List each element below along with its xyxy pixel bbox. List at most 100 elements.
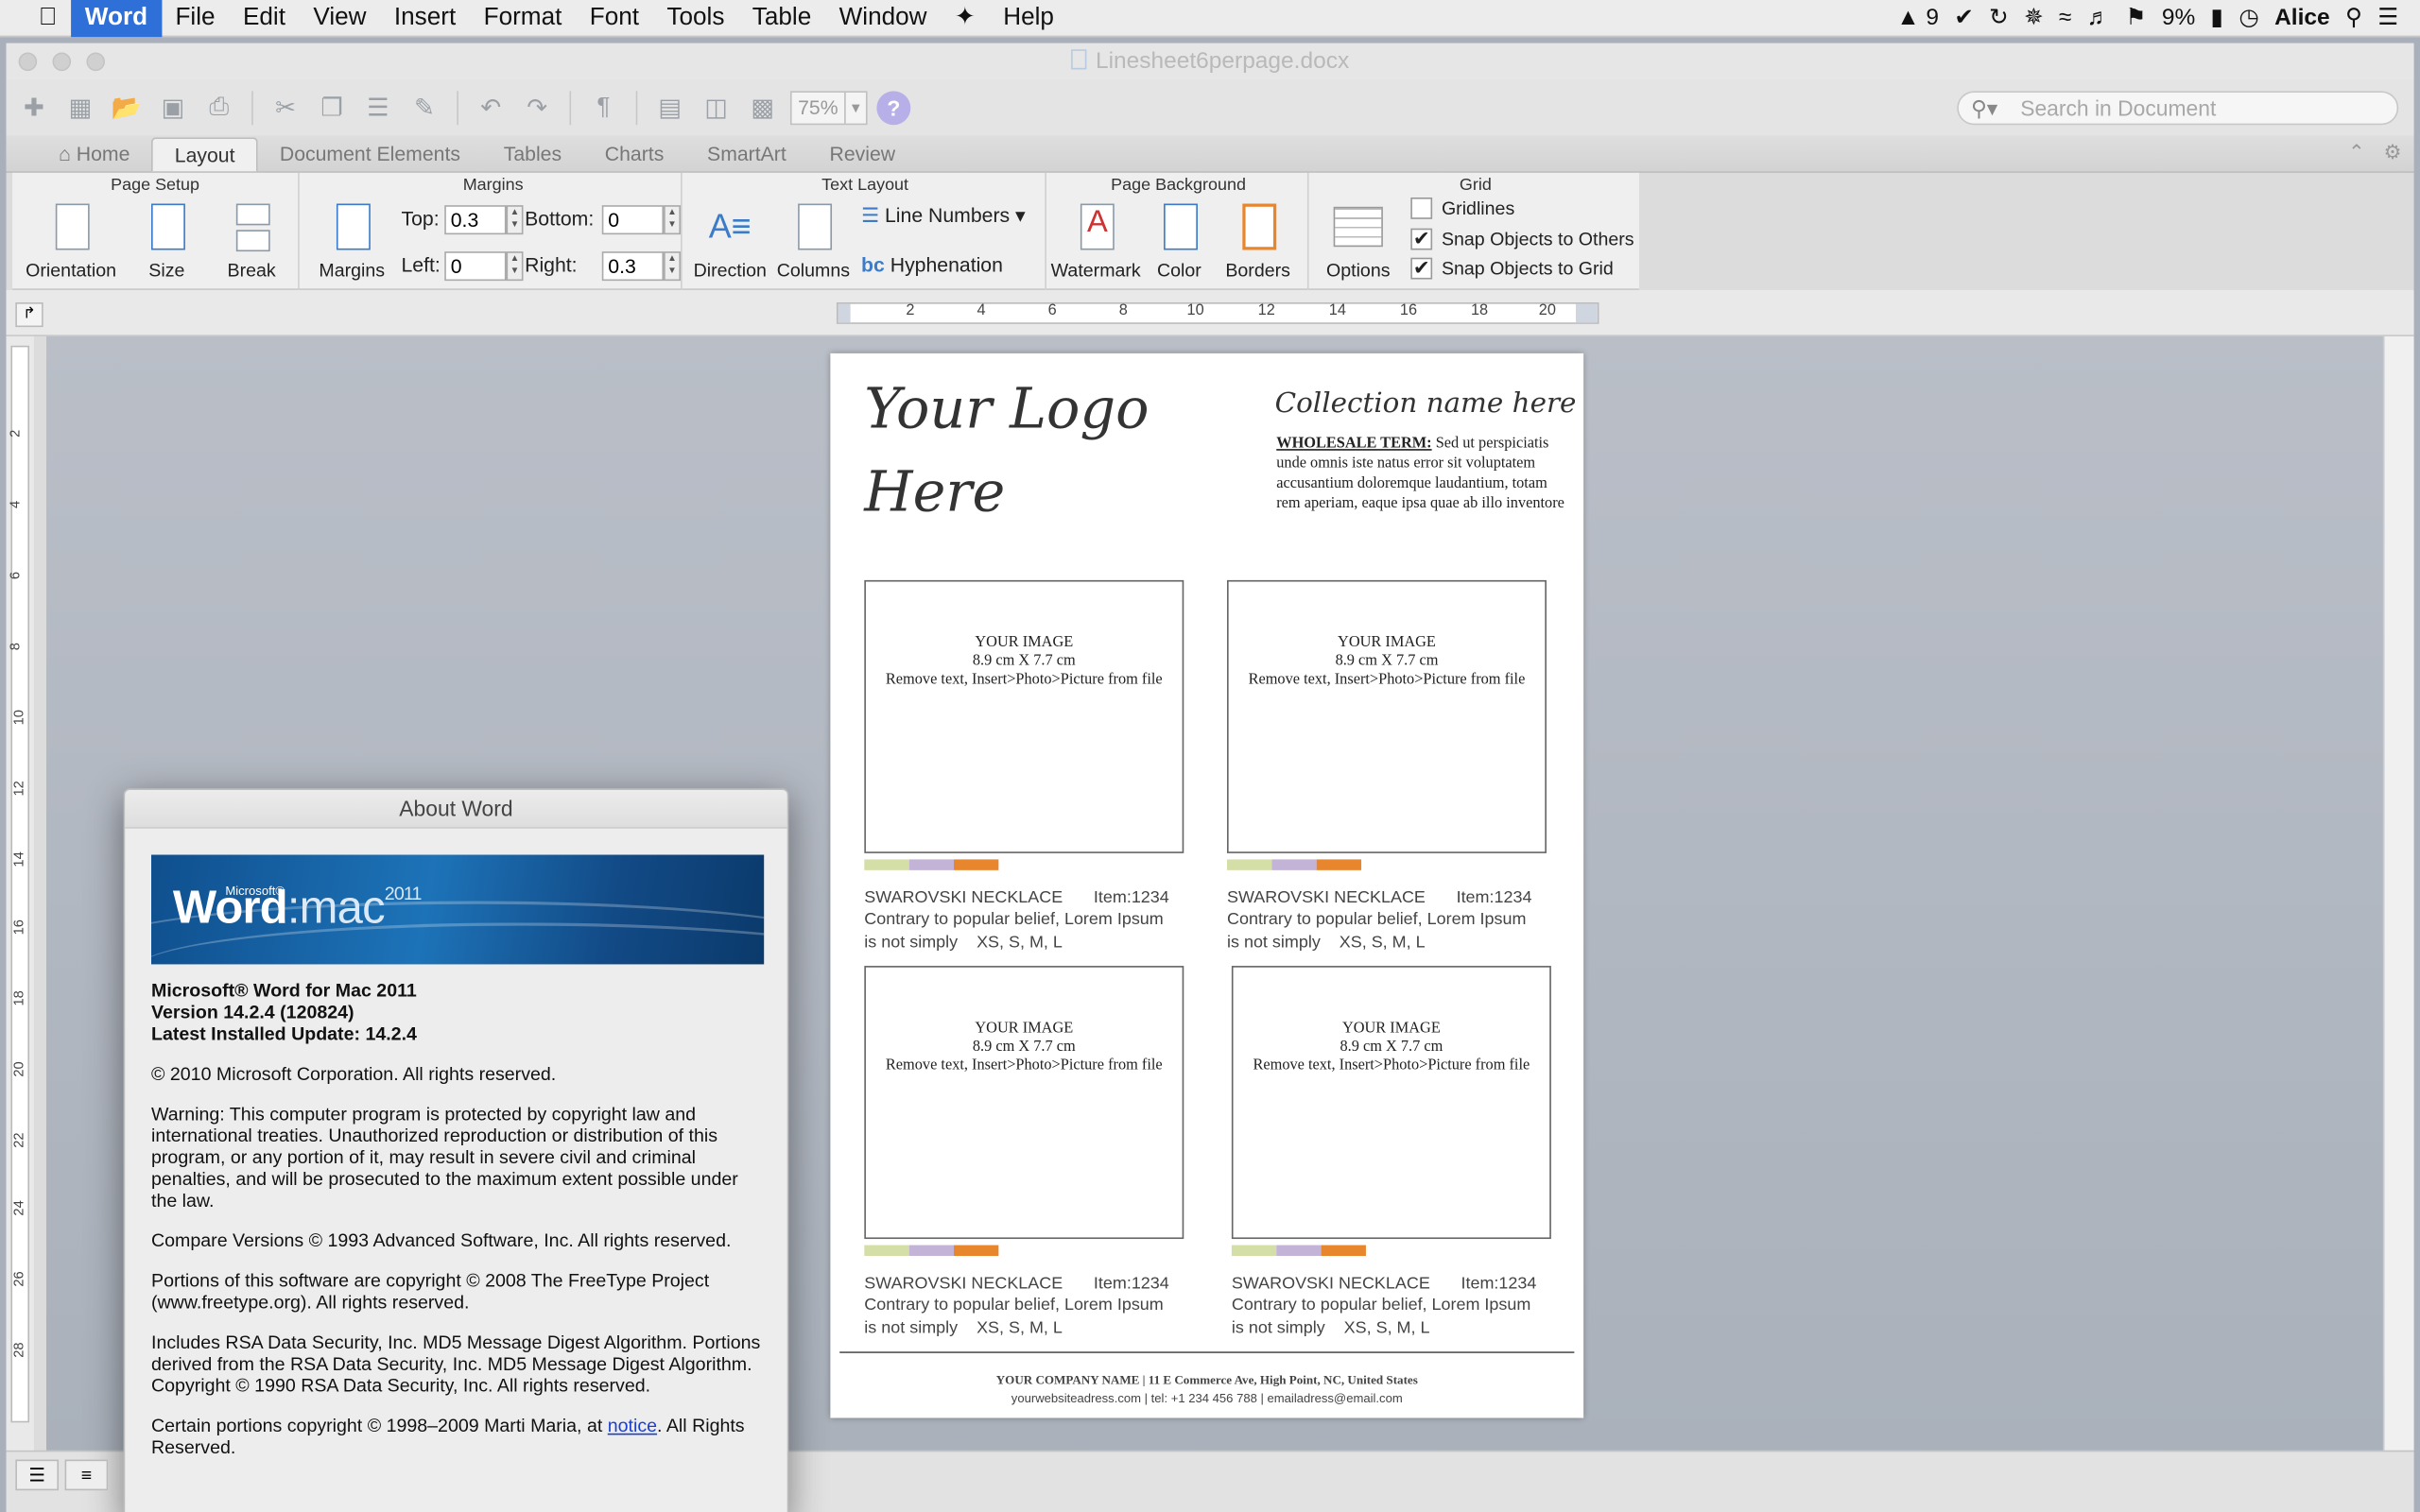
stepper-icon[interactable]: ▲ ▼ xyxy=(664,251,682,282)
user-name[interactable]: Alice xyxy=(2274,0,2330,36)
menu-format[interactable]: Format xyxy=(470,0,576,36)
image-placeholder[interactable]: YOUR IMAGE 8.9 cm X 7.7 cm Remove text, In… xyxy=(1231,966,1551,1240)
paste-icon[interactable]: ☰ xyxy=(359,91,396,125)
product-card[interactable]: YOUR IMAGE 8.9 cm X 7.7 cm Remove text, In… xyxy=(864,579,1185,955)
tab-smartart[interactable]: SmartArt xyxy=(685,137,807,171)
volume-icon[interactable]: ♬ xyxy=(2087,0,2110,36)
right-margin-input[interactable]: 0.3 ▲ ▼ xyxy=(601,251,682,282)
search-input[interactable]: ⚲▾ Search in Document xyxy=(1957,91,2399,126)
tab-tables[interactable]: Tables xyxy=(482,137,583,171)
snap-others-checkbox[interactable]: ✔ Snap Objects to Others xyxy=(1410,228,1634,250)
format-painter-icon[interactable]: ✎ xyxy=(406,91,442,125)
tab-stop-icon[interactable]: ↱ xyxy=(15,302,43,328)
copy-icon[interactable]: ❐ xyxy=(313,91,350,125)
menu-help[interactable]: Help xyxy=(990,0,1068,36)
battery-percent[interactable]: 9% xyxy=(2162,0,2195,36)
stepper-icon[interactable]: ▲ ▼ xyxy=(664,205,682,235)
image-placeholder[interactable]: YOUR IMAGE 8.9 cm X 7.7 cm Remove text, In… xyxy=(864,579,1184,853)
undo-icon[interactable]: ↶ xyxy=(473,91,510,125)
wholesale-terms[interactable]: WHOLESALE TERM: Sed ut perspiciatis unde… xyxy=(1276,434,1569,514)
line-numbers-button[interactable]: ☰ Line Numbers ▾ xyxy=(861,204,1026,229)
tab-home[interactable]: ⌂ Home xyxy=(37,137,151,171)
bluetooth-icon[interactable]: ✵ xyxy=(2024,0,2044,36)
menu-window[interactable]: Window xyxy=(825,0,941,36)
direction-button[interactable]: A≡ Direction xyxy=(688,200,771,281)
break-button[interactable]: Break xyxy=(210,200,293,281)
notice-link[interactable]: notice xyxy=(608,1415,657,1436)
stepper-icon[interactable]: ▲ ▼ xyxy=(506,205,524,235)
tab-document-elements[interactable]: Document Elements xyxy=(258,137,482,171)
media-browser-icon[interactable]: ▩ xyxy=(744,91,781,125)
clock-icon[interactable]: ◷ xyxy=(2238,0,2258,36)
minimize-button[interactable] xyxy=(52,52,72,72)
menu-font[interactable]: Font xyxy=(576,0,653,36)
stepper-icon[interactable]: ▲ ▼ xyxy=(506,251,524,282)
sidebar-icon[interactable]: ◫ xyxy=(698,91,735,125)
spotlight-icon[interactable]: ⚲ xyxy=(2345,0,2362,36)
top-margin-input[interactable]: 0.3 ▲ ▼ xyxy=(444,205,524,235)
time-machine-icon[interactable]: ↻ xyxy=(1989,0,2009,36)
help-icon[interactable]: ? xyxy=(876,91,911,126)
battery-icon[interactable]: ▮ xyxy=(2211,0,2223,36)
gridlines-checkbox[interactable]: Gridlines xyxy=(1410,197,1514,219)
product-card[interactable]: YOUR IMAGE 8.9 cm X 7.7 cm Remove text, In… xyxy=(1231,966,1553,1341)
color-button[interactable]: Color xyxy=(1142,200,1216,281)
ribbon-settings-icon[interactable]: ⚙ xyxy=(2383,141,2401,165)
wifi-icon[interactable]: ≈ xyxy=(2059,0,2071,36)
adobe-status[interactable]: ▲ 9 xyxy=(1896,0,1939,36)
close-button[interactable] xyxy=(18,52,38,72)
margins-button[interactable]: Margins xyxy=(315,200,389,281)
grid-options-button[interactable]: Options xyxy=(1318,200,1398,281)
logo-placeholder[interactable]: Your Logo Here xyxy=(864,369,1173,535)
tab-review[interactable]: Review xyxy=(808,137,917,171)
watermark-button[interactable]: A Watermark xyxy=(1049,200,1142,281)
page-footer[interactable]: YOUR COMPANY NAME | 11 E Commerce Ave, H… xyxy=(830,1371,1583,1408)
horizontal-ruler[interactable]: 2 4 6 8 10 12 14 16 18 20 xyxy=(836,302,1599,324)
check-icon[interactable]: ✔ xyxy=(1954,0,1974,36)
menu-insert[interactable]: Insert xyxy=(380,0,470,36)
apple-icon[interactable]:  xyxy=(25,4,71,31)
tab-charts[interactable]: Charts xyxy=(583,137,685,171)
view-icon[interactable]: ▤ xyxy=(651,91,688,125)
dialog-title[interactable]: About Word xyxy=(125,789,787,829)
outline-view-icon[interactable]: ≡ xyxy=(64,1459,109,1491)
open-icon[interactable]: 📂 xyxy=(108,91,145,125)
script-menu-icon[interactable]: ✦ xyxy=(941,0,989,36)
save-icon[interactable]: ▣ xyxy=(154,91,191,125)
vertical-scrollbar[interactable] xyxy=(2382,335,2414,1451)
flag-icon[interactable]: ⚑ xyxy=(2126,0,2147,36)
left-margin-input[interactable]: 0 ▲ ▼ xyxy=(444,251,524,282)
notifications-icon[interactable]: ☰ xyxy=(2377,0,2398,36)
print-icon[interactable]: ⎙ xyxy=(200,91,237,125)
templates-icon[interactable]: ▦ xyxy=(61,91,98,125)
borders-button[interactable]: Borders xyxy=(1217,200,1300,281)
cut-icon[interactable]: ✂ xyxy=(267,91,303,125)
size-button[interactable]: Size xyxy=(124,200,210,281)
menu-app-word[interactable]: Word xyxy=(71,0,162,37)
bottom-margin-input[interactable]: 0 ▲ ▼ xyxy=(601,205,682,235)
zoom-select[interactable]: 75% ▼ xyxy=(789,91,868,126)
tab-layout[interactable]: Layout xyxy=(151,137,259,172)
collapse-ribbon-icon[interactable]: ⌃ xyxy=(2348,141,2365,165)
menu-tools[interactable]: Tools xyxy=(653,0,738,36)
document-page[interactable]: Your Logo Here Collection name here WHOLE… xyxy=(830,352,1584,1418)
draft-view-icon[interactable]: ☰ xyxy=(15,1459,60,1491)
menu-file[interactable]: File xyxy=(162,0,229,36)
redo-icon[interactable]: ↷ xyxy=(519,91,556,125)
hyphenation-button[interactable]: bc Hyphenation xyxy=(861,253,1003,276)
zoom-button[interactable] xyxy=(86,52,106,72)
image-placeholder[interactable]: YOUR IMAGE 8.9 cm X 7.7 cm Remove text, In… xyxy=(1226,579,1547,853)
pilcrow-icon[interactable]: ¶ xyxy=(585,91,622,125)
orientation-button[interactable]: Orientation xyxy=(22,200,120,281)
about-word-dialog[interactable]: About Word Microsoft® Word:mac2011 Micro… xyxy=(123,788,789,1512)
image-placeholder[interactable]: YOUR IMAGE 8.9 cm X 7.7 cm Remove text, In… xyxy=(864,966,1184,1240)
chevron-down-icon[interactable]: ▼ xyxy=(844,92,866,124)
menu-view[interactable]: View xyxy=(300,0,381,36)
product-card[interactable]: YOUR IMAGE 8.9 cm X 7.7 cm Remove text, In… xyxy=(864,966,1185,1341)
menu-edit[interactable]: Edit xyxy=(229,0,299,36)
product-card[interactable]: YOUR IMAGE 8.9 cm X 7.7 cm Remove text, In… xyxy=(1226,579,1548,955)
collection-title[interactable]: Collection name here xyxy=(1275,387,1577,420)
columns-button[interactable]: Columns xyxy=(775,200,853,281)
new-document-icon[interactable]: ✚ xyxy=(15,91,52,125)
vertical-ruler[interactable]: 2 4 6 8 10 12 14 16 18 20 22 24 26 28 xyxy=(6,335,34,1451)
